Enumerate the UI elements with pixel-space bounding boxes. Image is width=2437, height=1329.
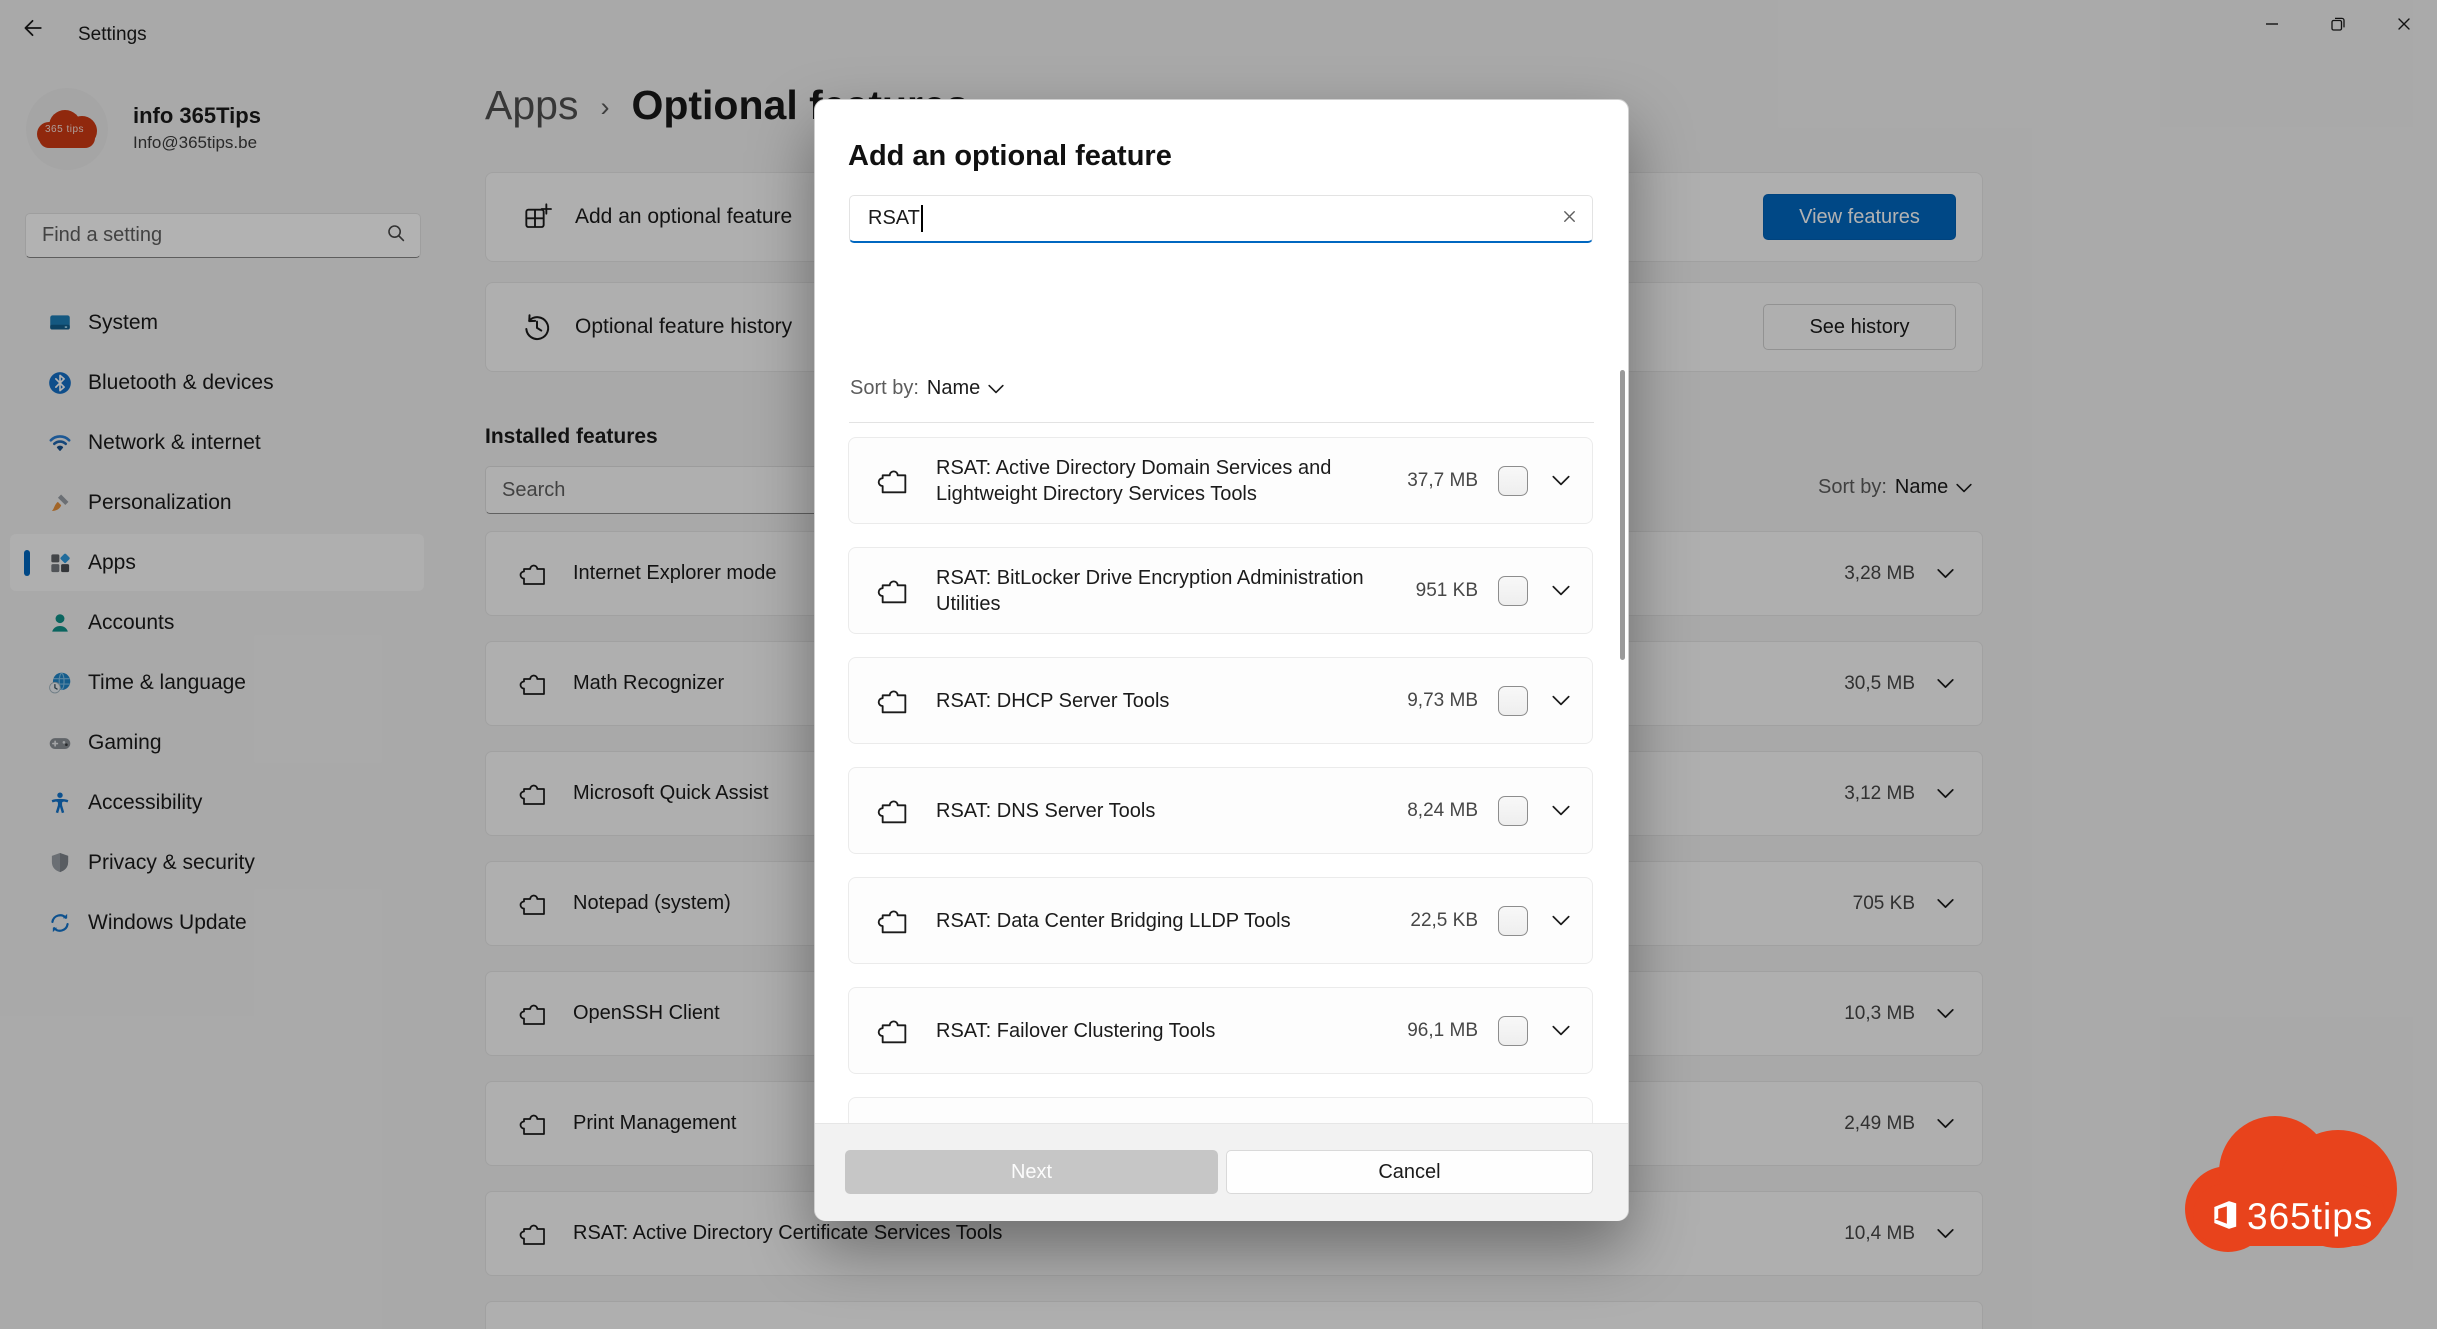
feature-checkbox[interactable] <box>1498 795 1528 826</box>
365tips-watermark: 365tips <box>2185 1112 2397 1252</box>
feature-name: RSAT: DHCP Server Tools <box>936 689 1170 712</box>
chevron-down-icon[interactable] <box>1552 695 1570 706</box>
puzzle-icon <box>877 464 911 498</box>
feature-name: RSAT: Failover Clustering Tools <box>936 1019 1216 1042</box>
puzzle-icon <box>877 904 911 938</box>
feature-size: 96,1 MB <box>1407 1019 1478 1041</box>
add-optional-feature-dialog: Add an optional feature RSAT Sort by: Na… <box>814 99 1629 1221</box>
dialog-search-input[interactable]: RSAT <box>849 195 1593 243</box>
optional-feature-item[interactable]: RSAT: BitLocker Drive Encryption Adminis… <box>848 547 1593 634</box>
next-button[interactable]: Next <box>845 1150 1218 1194</box>
chevron-down-icon <box>988 377 1004 400</box>
feature-checkbox[interactable] <box>1498 575 1528 606</box>
text-caret <box>920 205 923 232</box>
feature-name: RSAT: BitLocker Drive Encryption Adminis… <box>936 566 1364 615</box>
feature-name: RSAT: Data Center Bridging LLDP Tools <box>936 909 1291 932</box>
chevron-down-icon[interactable] <box>1552 585 1570 596</box>
feature-size: 37,7 MB <box>1407 469 1478 491</box>
optional-feature-item[interactable]: RSAT: DHCP Server Tools 9,73 MB <box>848 657 1593 744</box>
feature-checkbox[interactable] <box>1498 465 1528 496</box>
feature-checkbox[interactable] <box>1498 685 1528 716</box>
feature-size: 8,24 MB <box>1407 799 1478 821</box>
chevron-down-icon[interactable] <box>1552 475 1570 486</box>
optional-feature-item[interactable]: RSAT: Failover Clustering Tools 96,1 MB <box>848 987 1593 1074</box>
puzzle-icon <box>877 684 911 718</box>
feature-size: 22,5 KB <box>1410 909 1478 931</box>
feature-name: RSAT: DNS Server Tools <box>936 799 1156 822</box>
watermark-text: 365tips <box>2247 1196 2374 1237</box>
dialog-sort-control[interactable]: Sort by: Name <box>850 377 1004 400</box>
cancel-button[interactable]: Cancel <box>1226 1150 1593 1194</box>
feature-checkbox[interactable] <box>1498 1015 1528 1046</box>
settings-window: Settings 365 tips info 365Tips Info@365t… <box>0 0 2437 1329</box>
dialog-scrollbar[interactable] <box>1620 370 1625 660</box>
feature-size: 9,73 MB <box>1407 689 1478 711</box>
chevron-down-icon[interactable] <box>1552 1025 1570 1036</box>
puzzle-icon <box>877 574 911 608</box>
dialog-footer: Next Cancel <box>815 1123 1628 1221</box>
dialog-search-value: RSAT <box>868 207 920 229</box>
clear-search-icon[interactable] <box>1561 208 1578 230</box>
chevron-down-icon[interactable] <box>1552 805 1570 816</box>
feature-size: 951 KB <box>1415 579 1478 601</box>
divider <box>849 422 1594 423</box>
optional-feature-item[interactable]: RSAT: Data Center Bridging LLDP Tools 22… <box>848 877 1593 964</box>
puzzle-icon <box>877 794 911 828</box>
optional-feature-item[interactable]: RSAT: DNS Server Tools 8,24 MB <box>848 767 1593 854</box>
office-logo-icon <box>2209 1197 2241 1238</box>
feature-name: RSAT: Active Directory Domain Services a… <box>936 456 1332 505</box>
sort-by-value: Name <box>926 377 981 399</box>
sort-by-label: Sort by: <box>850 377 919 399</box>
chevron-down-icon[interactable] <box>1552 915 1570 926</box>
dialog-title: Add an optional feature <box>848 140 1172 172</box>
puzzle-icon <box>877 1014 911 1048</box>
optional-feature-item[interactable]: RSAT: Active Directory Domain Services a… <box>848 437 1593 524</box>
dialog-feature-list: RSAT: Active Directory Domain Services a… <box>848 430 1597 1210</box>
feature-checkbox[interactable] <box>1498 905 1528 936</box>
